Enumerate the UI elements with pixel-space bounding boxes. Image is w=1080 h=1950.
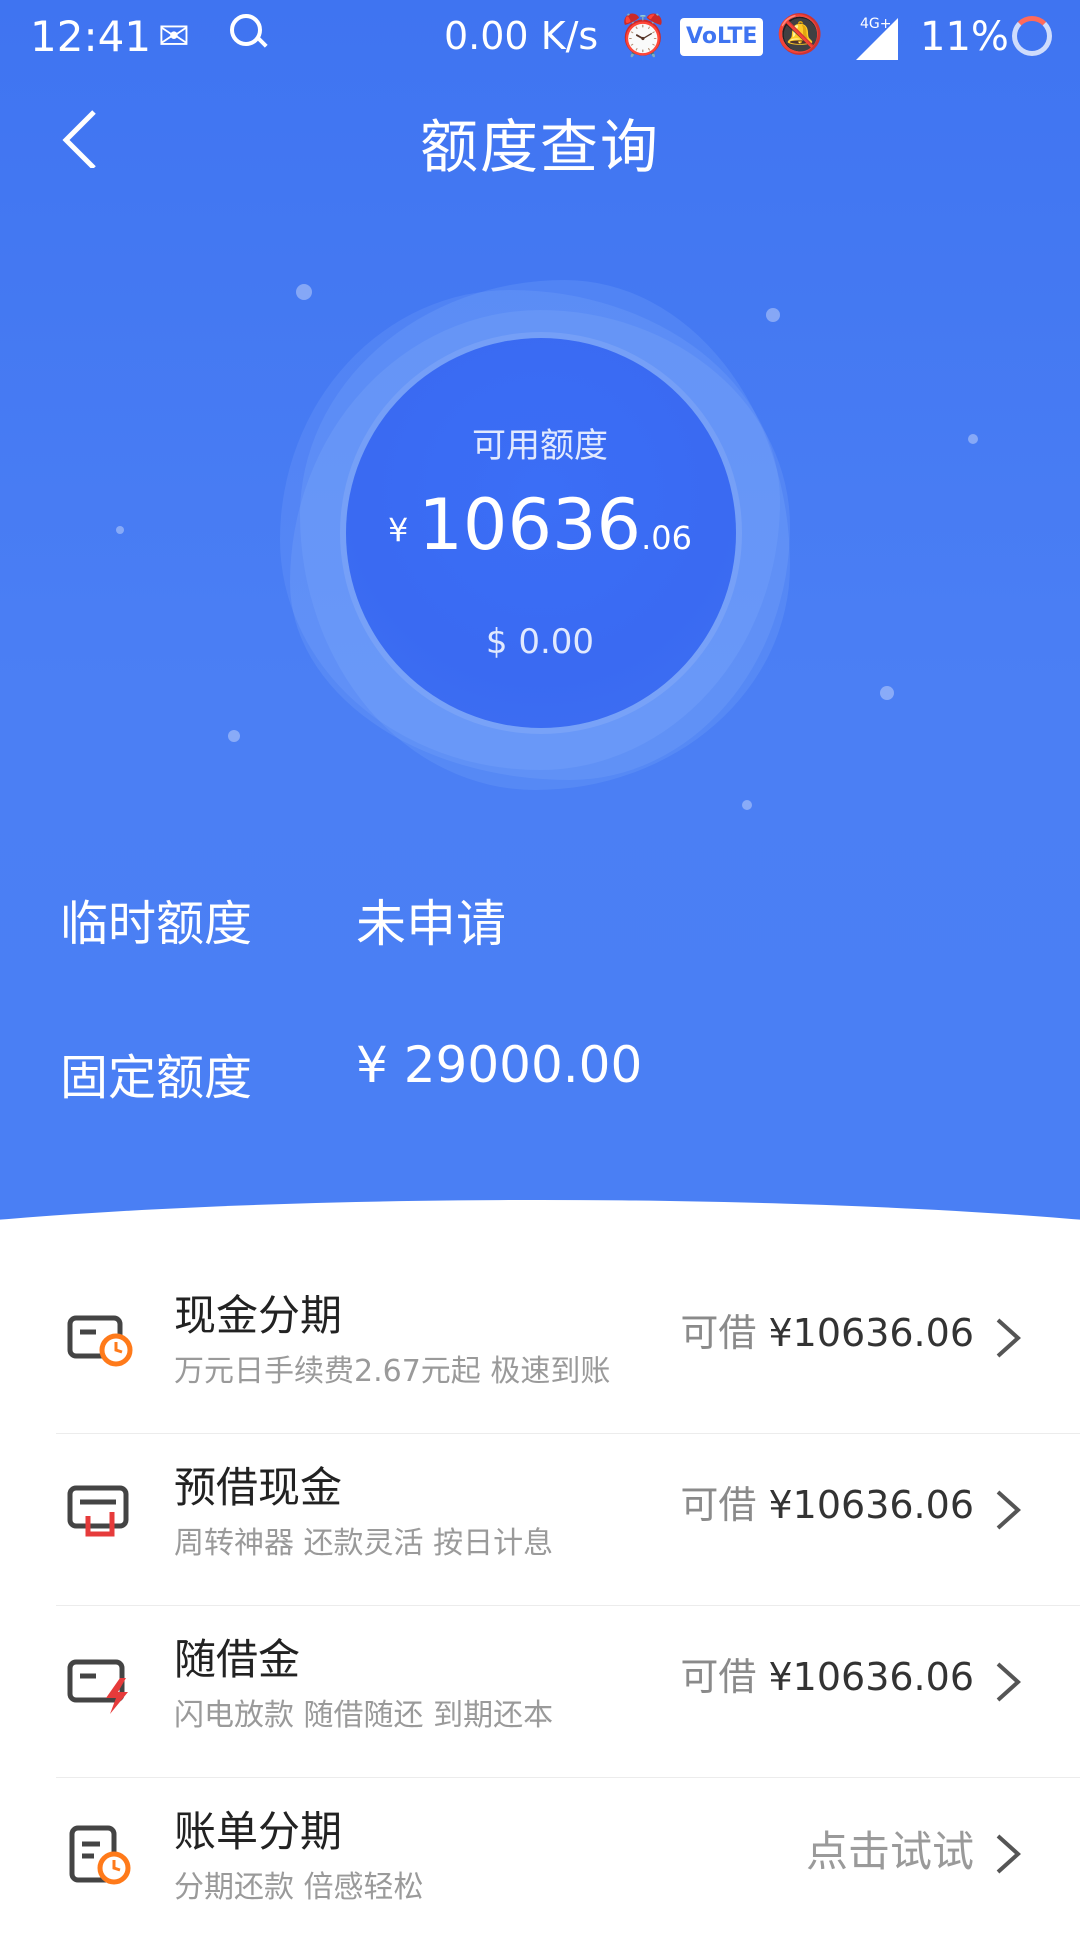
battery-ring-icon [1012, 16, 1052, 56]
list-item-title: 随借金 [174, 1635, 301, 1684]
chevron-right-icon [996, 1490, 1021, 1530]
volte-icon: VoLTE [680, 18, 764, 56]
list-item-flexible-loan[interactable]: 随借金 闪电放款 随借随还 到期还本 可借 ¥10636.06 [0, 1606, 1080, 1778]
decor-dot [742, 800, 752, 810]
list-item-amount: 可借 ¥10636.06 [680, 1474, 974, 1529]
list-item-subtitle: 闪电放款 随借随还 到期还本 [174, 1698, 554, 1733]
try-it-action[interactable]: 点击试试 [806, 1818, 974, 1879]
chevron-right-icon [996, 1662, 1021, 1702]
list-item-amount: 可借 ¥10636.06 [680, 1646, 974, 1701]
available-credit-label: 可用额度 [472, 426, 608, 466]
list-item-subtitle: 分期还款 倍感轻松 [174, 1870, 424, 1905]
signal-icon: 4G+ [856, 16, 898, 60]
list-item-title: 账单分期 [174, 1807, 343, 1856]
status-time: 12:41 [30, 12, 152, 61]
chevron-right-icon [996, 1318, 1021, 1358]
amount-value: ¥10636.06 [768, 1655, 975, 1699]
page-title: 额度查询 [419, 113, 660, 181]
alarm-icon: ⏰ [618, 13, 668, 59]
temporary-credit-value: 未申请 [356, 895, 506, 953]
fixed-credit-label: 固定额度 [60, 1050, 253, 1106]
amount-prefix: 可借 [680, 1655, 757, 1699]
amount-value: ¥10636.06 [768, 1311, 975, 1355]
mute-icon: 🔕 [776, 12, 824, 56]
card-withdraw-icon [67, 1485, 129, 1537]
bill-clock-icon [69, 1825, 131, 1885]
list-item-cash-advance[interactable]: 预借现金 周转神器 还款灵活 按日计息 可借 ¥10636.06 [0, 1434, 1080, 1606]
temporary-credit-label: 临时额度 [60, 896, 253, 952]
search-icon [230, 14, 262, 46]
chevron-right-icon [996, 1834, 1021, 1874]
decor-dot [880, 686, 894, 700]
status-bar: 12:41 ✉ 0.00 K/s ⏰ VoLTE 🔕 4G+ 11% [0, 0, 1080, 76]
list-item-cash-installment[interactable]: 现金分期 万元日手续费2.67元起 极速到账 可借 ¥10636.06 [0, 1262, 1080, 1434]
available-credit-amount: ¥10636.06 [0, 484, 1080, 566]
list-item-subtitle: 万元日手续费2.67元起 极速到账 [174, 1354, 611, 1389]
amount-prefix: 可借 [680, 1311, 757, 1355]
amount-value: ¥10636.06 [768, 1483, 975, 1527]
list-item-subtitle: 周转神器 还款灵活 按日计息 [174, 1526, 554, 1561]
fixed-credit-value: ¥ 29000.00 [356, 1036, 643, 1094]
usd-credit: $ 0.00 [485, 622, 595, 662]
list-item-amount: 可借 ¥10636.06 [680, 1302, 974, 1357]
list-item-title: 现金分期 [174, 1291, 343, 1340]
list-item-title: 预借现金 [174, 1463, 343, 1512]
decor-dot [228, 730, 240, 742]
battery-level: 11% [920, 14, 1009, 60]
card-clock-icon [67, 1315, 133, 1367]
wechat-icon: ✉ [158, 14, 190, 58]
hero-curve [0, 1200, 1080, 1250]
amount-decimal: .06 [641, 519, 692, 557]
card-lightning-icon [67, 1659, 128, 1714]
network-speed: 0.00 K/s [444, 14, 599, 58]
currency-symbol: ¥ [388, 511, 409, 549]
amount-prefix: 可借 [680, 1483, 757, 1527]
list-item-bill-installment[interactable]: 账单分期 分期还款 倍感轻松 点击试试 [0, 1778, 1080, 1950]
network-type: 4G+ [860, 16, 892, 32]
amount-integer: 10636 [418, 484, 642, 566]
